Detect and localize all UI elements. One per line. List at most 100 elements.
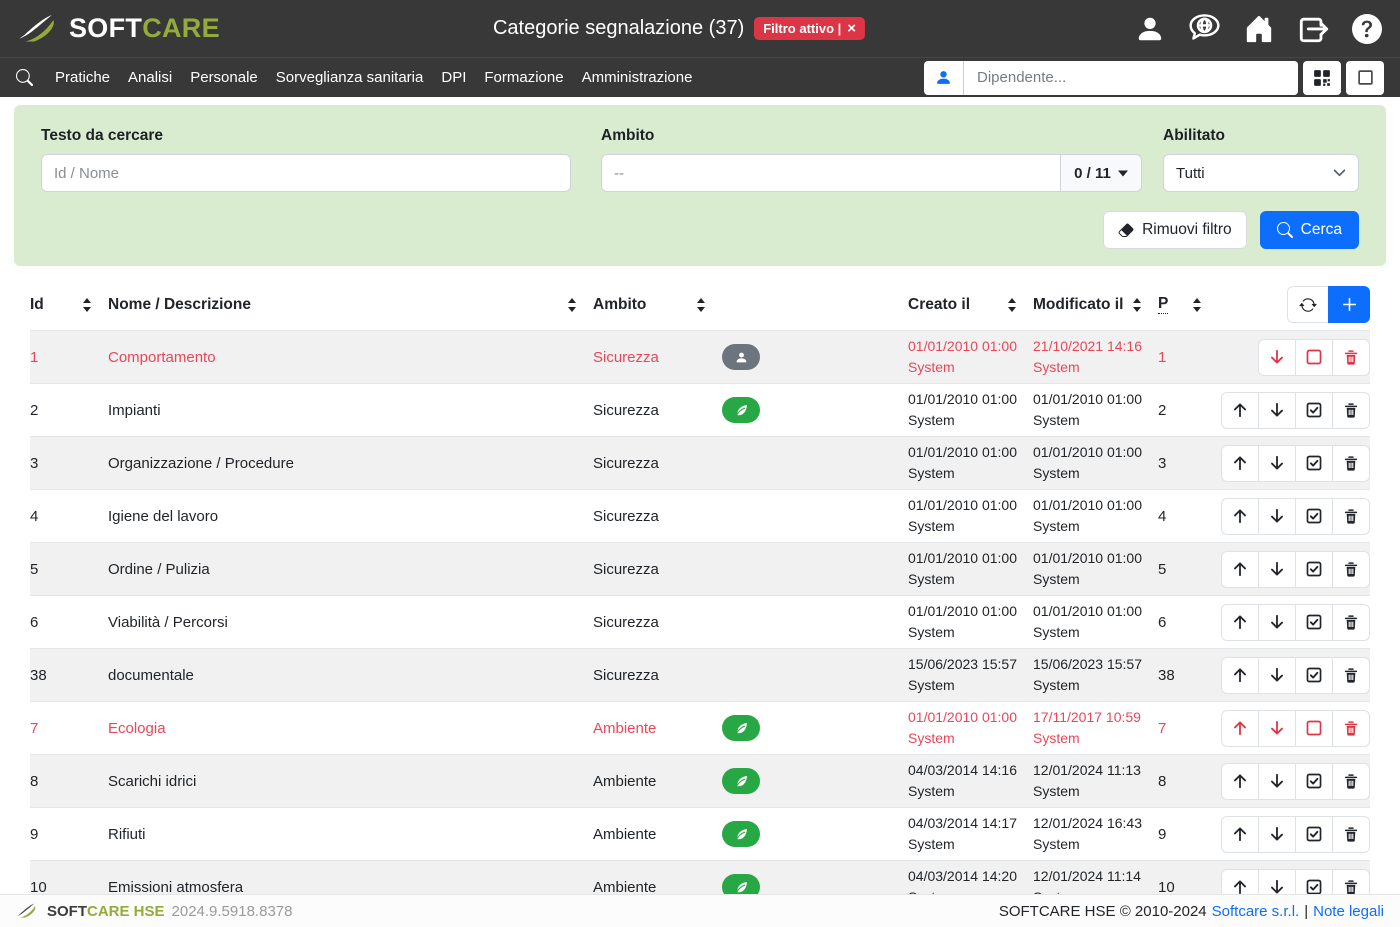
cell-priority: 38: [1158, 667, 1218, 684]
cell-id: 10: [30, 879, 108, 896]
move-down-button[interactable]: [1258, 445, 1296, 482]
move-up-button[interactable]: [1221, 498, 1259, 535]
category-name-link[interactable]: Comportamento: [108, 349, 593, 366]
column-header-ambito[interactable]: Ambito: [593, 296, 722, 314]
move-down-button[interactable]: [1258, 604, 1296, 641]
move-up-button[interactable]: [1221, 445, 1259, 482]
move-down-button[interactable]: [1258, 763, 1296, 800]
column-header-creato-il[interactable]: Creato il: [908, 296, 1033, 314]
sort-icon[interactable]: [1007, 298, 1017, 312]
text-search-input[interactable]: [41, 154, 571, 192]
safety-person-badge: [722, 344, 760, 370]
move-down-button[interactable]: [1258, 657, 1296, 694]
cell-created-author: System: [908, 622, 1033, 643]
delete-button[interactable]: [1332, 392, 1370, 429]
toggle-enabled-button[interactable]: [1295, 657, 1333, 694]
logout-icon[interactable]: [1297, 14, 1329, 44]
remove-filter-button[interactable]: Rimuovi filtro: [1103, 211, 1247, 249]
nav-item-sorveglianza-sanitaria[interactable]: Sorveglianza sanitaria: [276, 69, 424, 86]
toggle-enabled-button[interactable]: [1295, 816, 1333, 853]
category-name-link[interactable]: Scarichi idrici: [108, 773, 593, 790]
move-up-button[interactable]: [1221, 604, 1259, 641]
ambito-counter-button[interactable]: 0 / 11: [1060, 154, 1142, 192]
language-chat-icon[interactable]: [1188, 13, 1221, 44]
search-button[interactable]: Cerca: [1260, 211, 1359, 249]
move-up-button[interactable]: [1221, 657, 1259, 694]
toggle-enabled-button[interactable]: [1295, 445, 1333, 482]
column-label: Modificato il: [1033, 296, 1123, 314]
delete-button[interactable]: [1332, 657, 1370, 694]
employee-person-icon[interactable]: [924, 61, 964, 95]
employee-search-input[interactable]: [964, 61, 1298, 95]
toggle-enabled-button[interactable]: [1295, 763, 1333, 800]
move-up-button[interactable]: [1221, 551, 1259, 588]
sort-icon[interactable]: [1132, 298, 1142, 312]
nav-item-amministrazione[interactable]: Amministrazione: [582, 69, 693, 86]
toggle-enabled-button[interactable]: [1295, 392, 1333, 429]
arrow-down-icon: [1268, 719, 1286, 737]
move-down-button[interactable]: [1258, 551, 1296, 588]
move-up-button[interactable]: [1221, 392, 1259, 429]
category-name-link[interactable]: Organizzazione / Procedure: [108, 455, 593, 472]
category-name-link[interactable]: documentale: [108, 667, 593, 684]
toggle-enabled-button[interactable]: [1295, 551, 1333, 588]
column-header-modificato-il[interactable]: Modificato il: [1033, 296, 1158, 314]
window-button[interactable]: [1346, 61, 1384, 95]
category-name-link[interactable]: Viabilità / Percorsi: [108, 614, 593, 631]
delete-button[interactable]: [1332, 445, 1370, 482]
toggle-enabled-button[interactable]: [1295, 604, 1333, 641]
category-name-link[interactable]: Rifiuti: [108, 826, 593, 843]
logo-swoosh-icon: [18, 12, 62, 46]
delete-button[interactable]: [1332, 710, 1370, 747]
nav-item-dpi[interactable]: DPI: [441, 69, 466, 86]
move-down-button[interactable]: [1258, 710, 1296, 747]
category-name-link[interactable]: Impianti: [108, 402, 593, 419]
refresh-button[interactable]: [1287, 286, 1329, 323]
abilitato-select[interactable]: Tutti: [1163, 154, 1359, 192]
cell-created-date: 01/01/2010 01:00: [908, 497, 1017, 513]
legal-notes-link[interactable]: Note legali: [1313, 903, 1384, 920]
move-down-button[interactable]: [1258, 339, 1296, 376]
company-link[interactable]: Softcare s.r.l.: [1212, 903, 1300, 920]
active-filter-badge[interactable]: Filtro attivo | ×: [754, 17, 865, 40]
home-icon[interactable]: [1244, 14, 1274, 44]
delete-button[interactable]: [1332, 498, 1370, 535]
nav-item-analisi[interactable]: Analisi: [128, 69, 172, 86]
nav-item-formazione[interactable]: Formazione: [484, 69, 563, 86]
category-name-link[interactable]: Ecologia: [108, 720, 593, 737]
remove-filter-x-icon[interactable]: ×: [847, 22, 856, 35]
delete-button[interactable]: [1332, 816, 1370, 853]
delete-button[interactable]: [1332, 763, 1370, 800]
category-name-link[interactable]: Emissioni atmosfera: [108, 879, 593, 896]
sort-icon[interactable]: [1192, 298, 1202, 312]
toggle-enabled-button[interactable]: [1295, 498, 1333, 535]
apps-grid-button[interactable]: [1303, 61, 1341, 95]
toggle-enabled-button[interactable]: [1295, 339, 1333, 376]
move-up-button[interactable]: [1221, 816, 1259, 853]
move-up-button[interactable]: [1221, 710, 1259, 747]
delete-button[interactable]: [1332, 551, 1370, 588]
delete-button[interactable]: [1332, 339, 1370, 376]
add-category-button[interactable]: [1328, 286, 1370, 323]
user-icon[interactable]: [1135, 14, 1165, 44]
column-header-id[interactable]: Id: [30, 296, 108, 314]
category-name-link[interactable]: Igiene del lavoro: [108, 508, 593, 525]
sort-icon[interactable]: [696, 298, 706, 312]
ambito-multiselect[interactable]: --: [601, 154, 1061, 192]
move-up-button[interactable]: [1221, 763, 1259, 800]
column-header-nome-descrizione[interactable]: Nome / Descrizione: [108, 296, 593, 314]
category-name-link[interactable]: Ordine / Pulizia: [108, 561, 593, 578]
move-down-button[interactable]: [1258, 816, 1296, 853]
nav-item-pratiche[interactable]: Pratiche: [55, 69, 110, 86]
toggle-enabled-button[interactable]: [1295, 710, 1333, 747]
sort-icon[interactable]: [82, 298, 92, 312]
sort-icon[interactable]: [567, 298, 577, 312]
nav-item-personale[interactable]: Personale: [190, 69, 258, 86]
app-logo[interactable]: SOFTCARE: [18, 12, 220, 46]
move-down-button[interactable]: [1258, 498, 1296, 535]
help-icon[interactable]: [1352, 14, 1382, 44]
column-header-p[interactable]: P: [1158, 295, 1218, 314]
global-search-icon[interactable]: [16, 69, 33, 86]
delete-button[interactable]: [1332, 604, 1370, 641]
move-down-button[interactable]: [1258, 392, 1296, 429]
